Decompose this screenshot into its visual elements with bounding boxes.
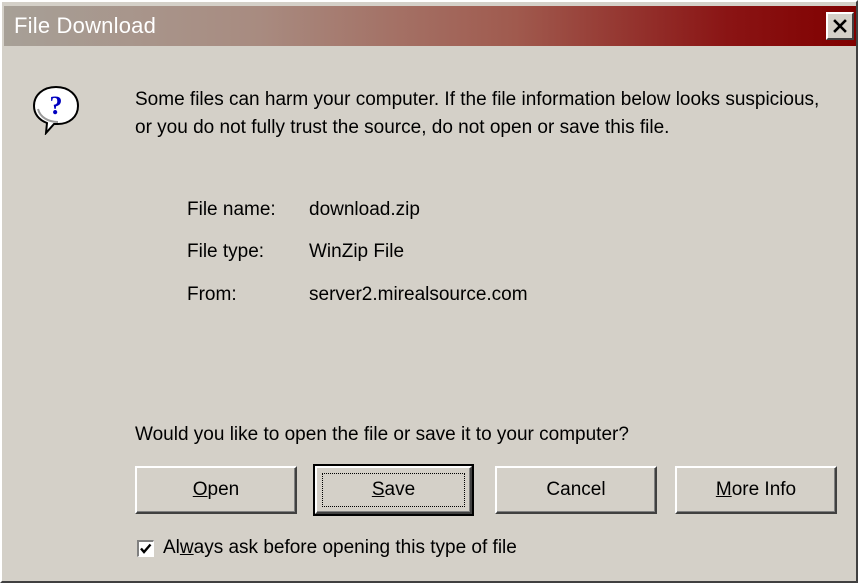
file-name-value: download.zip	[309, 199, 420, 220]
open-button[interactable]: Open	[135, 466, 297, 514]
file-from-value: server2.mirealsource.com	[309, 284, 528, 305]
title-bar[interactable]: File Download	[4, 6, 856, 46]
cancel-button[interactable]: Cancel	[495, 466, 657, 514]
open-button-label: Open	[192, 479, 240, 500]
check-icon	[140, 543, 152, 554]
close-icon	[833, 19, 847, 33]
always-ask-label[interactable]: Always ask before opening this type of f…	[163, 537, 517, 559]
file-type-label: File type:	[187, 241, 265, 262]
file-type-value: WinZip File	[309, 241, 405, 262]
save-button[interactable]: Save	[313, 464, 474, 516]
file-name-label: File name:	[187, 199, 276, 220]
save-button-label: Save	[371, 479, 416, 500]
open-or-save-question: Would you like to open the file or save …	[135, 424, 629, 445]
warning-message: Some files can harm your computer. If th…	[135, 89, 820, 138]
window-title: File Download	[14, 13, 157, 38]
more-info-button-label: More Info	[715, 479, 797, 500]
cancel-button-label: Cancel	[546, 479, 606, 500]
close-button[interactable]	[826, 12, 854, 40]
question-icon: ?	[32, 85, 80, 135]
always-ask-checkbox[interactable]	[137, 540, 154, 557]
file-from-label: From:	[187, 284, 237, 305]
svg-text:?: ?	[50, 91, 63, 120]
more-info-button[interactable]: More Info	[675, 466, 837, 514]
